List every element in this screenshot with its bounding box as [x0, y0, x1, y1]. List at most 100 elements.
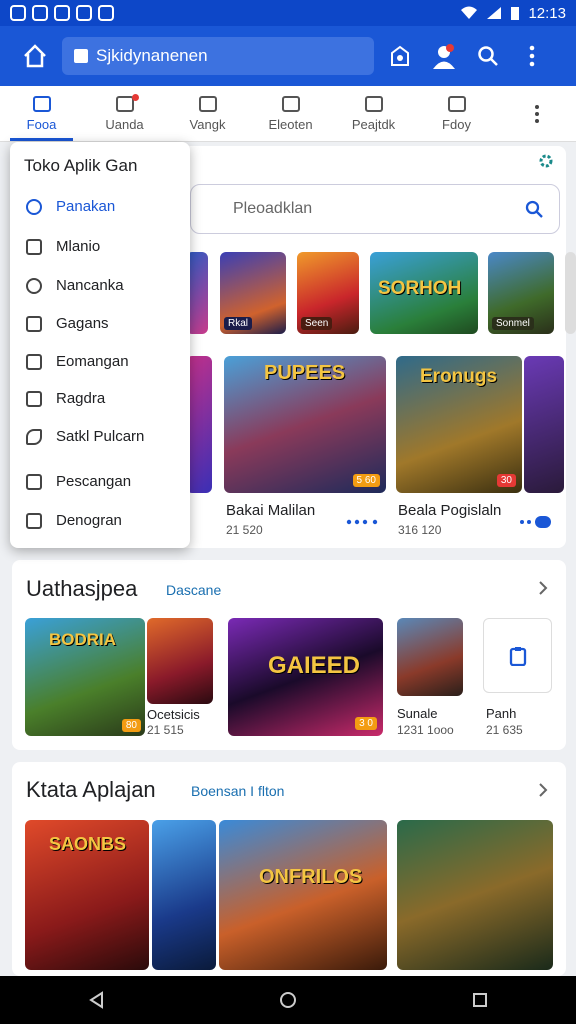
- tab-fooa[interactable]: Fooa: [0, 86, 83, 141]
- gear-icon: [26, 277, 42, 294]
- game-caption: Seen: [301, 317, 333, 330]
- expand-icon: [26, 315, 42, 332]
- game-thumb[interactable]: [152, 820, 216, 970]
- menu-item-panakan[interactable]: Panakan: [26, 198, 115, 215]
- app-thumb[interactable]: [483, 618, 552, 693]
- game-meta: 21 635: [486, 723, 523, 737]
- avatar-icon: [433, 44, 455, 69]
- menu-item-pescangan[interactable]: Pescangan: [26, 473, 131, 490]
- menu-item-nancanka[interactable]: Nancanka: [26, 277, 124, 294]
- home-nav-button[interactable]: [268, 980, 308, 1020]
- chevron-right-icon[interactable]: [538, 782, 548, 798]
- menu-item-label: Satkl Pulcarn: [56, 428, 145, 445]
- person-icon: [26, 198, 42, 215]
- menu-item-label: Gagans: [56, 315, 109, 332]
- rating-badge: 30: [496, 474, 516, 487]
- notification-icon: [10, 5, 26, 21]
- search-placeholder: Pleoadklan: [233, 200, 313, 217]
- menu-item-gagans[interactable]: Gagans: [26, 315, 109, 332]
- search-icon[interactable]: [525, 200, 543, 218]
- game-thumb[interactable]: GAIEED 3 0: [228, 618, 383, 736]
- drawer-menu: Toko Aplik Gan Panakan Mlanio Nancanka G…: [10, 142, 190, 548]
- wifi-icon: [461, 6, 478, 19]
- game-thumb[interactable]: Sonmel: [488, 252, 554, 334]
- pen-icon: [26, 428, 42, 445]
- menu-item-satkl-pulcarn[interactable]: Satkl Pulcarn: [26, 428, 144, 445]
- tab-label: Fooa: [26, 116, 57, 132]
- signal-icon: [487, 7, 502, 19]
- menu-item-ragdra[interactable]: Ragdra: [26, 390, 105, 407]
- tab-label: Uanda: [105, 116, 144, 132]
- game-art-text: SAONBS: [49, 834, 127, 854]
- game-thumb[interactable]: Seen: [297, 252, 359, 334]
- tabs-more-button[interactable]: [498, 86, 576, 141]
- game-name[interactable]: Panh: [486, 706, 516, 721]
- status-bar: 12:13: [0, 0, 576, 26]
- menu-item-label: Nancanka: [56, 277, 124, 294]
- notification-icon: [76, 5, 92, 21]
- back-button[interactable]: [76, 980, 116, 1020]
- featured-thumb[interactable]: [524, 356, 564, 493]
- settings-icon[interactable]: [537, 152, 555, 170]
- drawer-title: Toko Aplik Gan: [24, 156, 138, 175]
- tab-label: Vangk: [189, 116, 226, 132]
- section-link[interactable]: Dascane: [166, 582, 221, 598]
- menu-item-mlanio[interactable]: Mlanio: [26, 238, 100, 255]
- game-thumb[interactable]: SAONBS: [25, 820, 149, 970]
- game-caption: SORHOH: [378, 278, 462, 299]
- notification-dot: [132, 94, 139, 101]
- tab-fdoy[interactable]: Fdoy: [415, 86, 498, 141]
- shield-button[interactable]: [378, 34, 422, 78]
- tab-label: Eleoten: [268, 116, 313, 132]
- search-field[interactable]: Pleoadklan: [190, 184, 560, 234]
- tab-eleoten[interactable]: Eleoten: [249, 86, 332, 141]
- featured-thumb[interactable]: PUPEES 5 60: [224, 356, 386, 493]
- tab-vangk[interactable]: Vangk: [166, 86, 249, 141]
- game-thumb[interactable]: [397, 618, 463, 696]
- game-thumb[interactable]: SORHOH: [370, 252, 478, 334]
- menu-item-eomangan[interactable]: Eomangan: [26, 353, 129, 370]
- section-title: Ktata Aplajan: [26, 777, 156, 802]
- notification-icon: [54, 5, 70, 21]
- game-thumb[interactable]: [565, 252, 576, 334]
- game-name[interactable]: Ocetsicis: [147, 707, 200, 722]
- recents-button[interactable]: [460, 980, 500, 1020]
- game-thumb[interactable]: Rkal: [220, 252, 286, 334]
- home-button[interactable]: [12, 33, 58, 79]
- more-horiz-icon[interactable]: [345, 518, 379, 526]
- game-thumb[interactable]: [397, 820, 553, 970]
- menu-item-label: Panakan: [56, 198, 116, 215]
- store-icon: [281, 95, 300, 112]
- chevron-right-icon[interactable]: [538, 580, 548, 596]
- game-name[interactable]: Sunale: [397, 706, 437, 721]
- menu-item-denogran[interactable]: Denogran: [26, 512, 122, 529]
- battery-icon: [511, 7, 520, 20]
- menu-item-label: Pescangan: [56, 473, 132, 490]
- clipboard-check-icon: [26, 473, 42, 490]
- overflow-menu-button[interactable]: [510, 34, 554, 78]
- section-link[interactable]: Boensan I flton: [191, 783, 284, 799]
- section-title: Uathasjpea: [26, 576, 138, 601]
- search-icon: [478, 46, 498, 66]
- address-text: Sjkidynanenen: [96, 46, 208, 65]
- notification-icons: [10, 5, 114, 21]
- home-icon: [24, 44, 46, 68]
- game-art-text: GAIEED: [268, 652, 361, 679]
- search-button[interactable]: [466, 34, 510, 78]
- briefcase-icon: [26, 238, 42, 255]
- address-bar[interactable]: Sjkidynanenen: [62, 37, 374, 75]
- game-thumb[interactable]: ONFRILOS: [219, 820, 387, 970]
- more-horiz-icon[interactable]: [518, 516, 552, 528]
- tab-uanda[interactable]: Uanda: [83, 86, 166, 141]
- tab-peajtdk[interactable]: Peajtdk: [332, 86, 415, 141]
- game-thumb[interactable]: [147, 618, 213, 704]
- game-thumb[interactable]: BODRIA 80: [25, 618, 145, 736]
- more-vert-icon: [529, 45, 535, 67]
- profile-button[interactable]: [422, 34, 466, 78]
- featured-title[interactable]: Bakai Malilan: [226, 502, 315, 519]
- featured-meta: 21 520: [226, 523, 263, 537]
- featured-title[interactable]: Beala Pogislaln: [398, 502, 501, 519]
- video-icon: [115, 95, 134, 112]
- featured-thumb[interactable]: Eronugs 30: [396, 356, 522, 493]
- home-icon: [32, 95, 51, 112]
